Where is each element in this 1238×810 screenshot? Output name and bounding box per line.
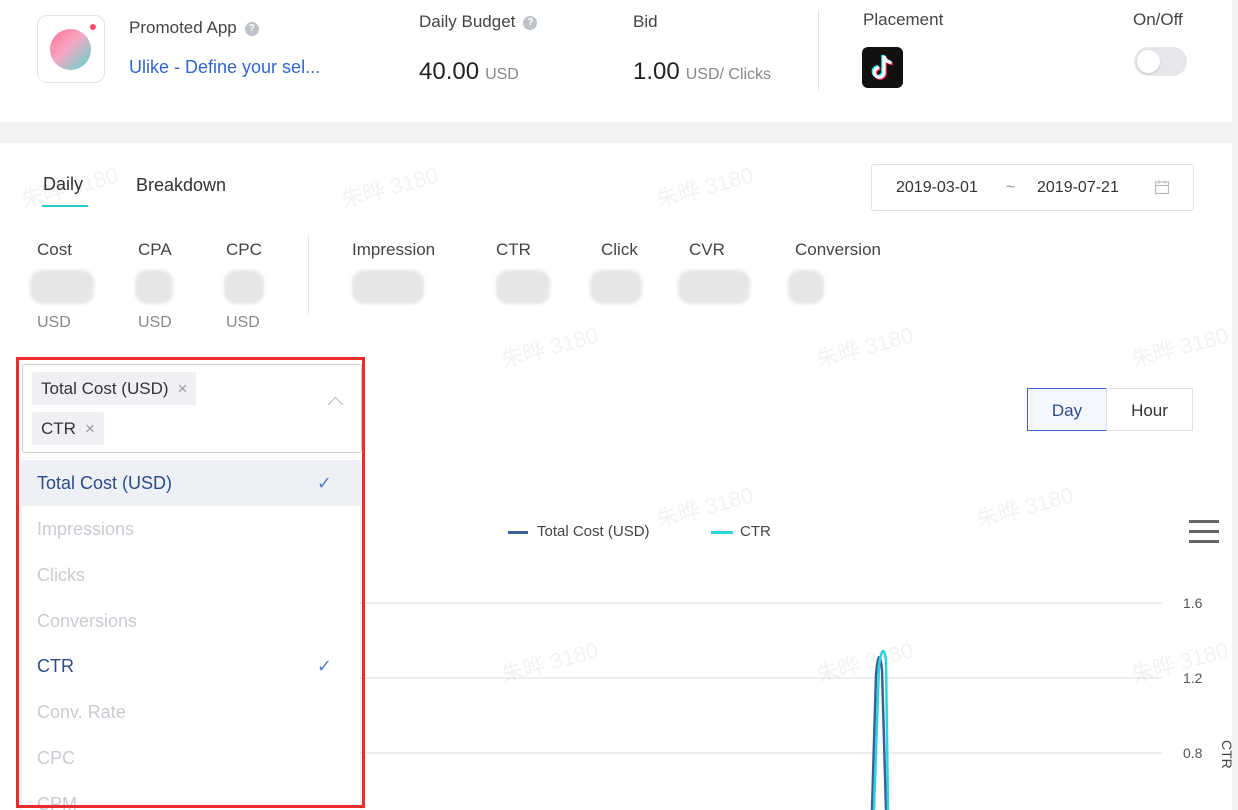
dropdown-option-conv-rate[interactable]: Conv. Rate <box>22 689 360 735</box>
help-icon[interactable]: ? <box>523 15 538 30</box>
bid-label: Bid <box>633 12 658 31</box>
metric-click-value <box>590 270 642 304</box>
y-tick: 1.2 <box>1183 670 1203 686</box>
help-icon[interactable]: ? <box>244 21 259 36</box>
check-icon: ✓ <box>316 656 332 676</box>
granularity-day-button[interactable]: Day <box>1027 388 1107 431</box>
granularity-hour-button[interactable]: Hour <box>1106 388 1193 431</box>
y-tick: 1.6 <box>1183 595 1203 611</box>
dropdown-option-cpc[interactable]: CPC <box>22 735 360 781</box>
legend-total-cost[interactable]: Total Cost (USD) <box>537 523 650 540</box>
metric-ctr-value <box>496 270 550 304</box>
active-tab-indicator <box>42 205 88 207</box>
check-icon: ✓ <box>316 473 332 493</box>
legend-ctr-swatch <box>711 531 733 534</box>
dropdown-option-impressions[interactable]: Impressions <box>22 506 360 552</box>
divider <box>308 235 309 315</box>
divider <box>818 10 819 90</box>
app-icon <box>37 15 105 83</box>
remove-tag-icon[interactable]: × <box>85 419 95 438</box>
metric-click-label: Click <box>601 240 638 259</box>
metric-cost-unit: USD <box>37 314 71 331</box>
dropdown-option-clicks[interactable]: Clicks <box>22 552 360 598</box>
tiktok-icon <box>862 47 903 88</box>
metric-impression-value <box>352 270 424 304</box>
metric-cvr-value <box>678 270 750 304</box>
tab-breakdown[interactable]: Breakdown <box>136 175 226 196</box>
selected-tag-ctr: CTR × <box>32 412 104 445</box>
onoff-label: On/Off <box>1133 10 1183 29</box>
calendar-icon[interactable] <box>1154 179 1170 200</box>
metric-impression-label: Impression <box>352 240 436 259</box>
metric-cost-label: Cost <box>37 240 72 259</box>
placement-label: Placement <box>863 10 944 29</box>
date-end[interactable]: 2019-07-21 <box>1037 179 1119 197</box>
dropdown-option-ctr[interactable]: CTR ✓ <box>22 643 360 689</box>
metric-ctr-label: CTR <box>496 240 531 259</box>
metric-cpc-unit: USD <box>226 314 260 331</box>
toggle-knob <box>1137 50 1160 73</box>
date-separator: ~ <box>1006 179 1016 196</box>
chart-menu-icon[interactable] <box>1189 520 1219 550</box>
legend-total-cost-swatch <box>508 531 528 534</box>
dropdown-option-conversions[interactable]: Conversions <box>22 598 360 644</box>
metric-cpa-unit: USD <box>138 314 172 331</box>
selected-tag-total-cost: Total Cost (USD) × <box>32 372 197 405</box>
daily-budget-value: 40.00 USD <box>419 58 519 85</box>
metric-cost-value <box>30 270 94 304</box>
dropdown-option-total-cost[interactable]: Total Cost (USD) ✓ <box>22 460 360 506</box>
metric-conversion-value <box>788 270 824 304</box>
app-name-link[interactable]: Ulike - Define your sel... <box>129 57 320 78</box>
metric-cpa-label: CPA <box>138 240 172 259</box>
y-axis-label: CTR <box>1219 740 1235 769</box>
metric-cpc-label: CPC <box>226 240 262 259</box>
date-start[interactable]: 2019-03-01 <box>896 179 978 197</box>
remove-tag-icon[interactable]: × <box>178 379 188 398</box>
metric-cpc-value <box>224 270 264 304</box>
metric-cpa-value <box>135 270 173 304</box>
bid-value: 1.00 USD/ Clicks <box>633 58 772 85</box>
tab-daily[interactable]: Daily <box>43 174 83 195</box>
metric-cvr-label: CVR <box>689 240 725 259</box>
campaign-toggle[interactable] <box>1134 47 1187 76</box>
legend-ctr[interactable]: CTR <box>740 523 771 540</box>
dropdown-option-cpm[interactable]: CPM <box>22 781 360 810</box>
metric-conversion-label: Conversion <box>795 240 881 259</box>
y-tick: 0.8 <box>1183 745 1203 761</box>
daily-budget-label: Daily Budget? <box>419 12 538 32</box>
metric-dropdown: Total Cost (USD) ✓ Impressions Clicks Con… <box>22 459 360 810</box>
promoted-app-label: Promoted App? <box>129 18 259 38</box>
